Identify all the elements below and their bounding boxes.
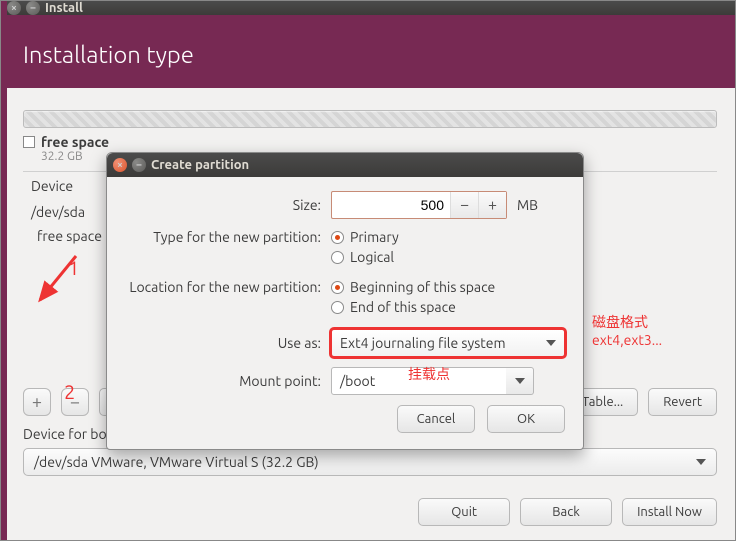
disk-usage-bar bbox=[23, 110, 717, 128]
page-header: Installation type bbox=[1, 15, 735, 88]
radio-label: End of this space bbox=[350, 299, 456, 315]
bootloader-device-select[interactable]: /dev/sda VMware, VMware Virtual S (32.2 … bbox=[23, 448, 717, 476]
create-partition-dialog: × – Create partition Size: − + MB Type f… bbox=[106, 152, 584, 450]
install-now-button[interactable]: Install Now bbox=[622, 498, 717, 526]
size-input[interactable] bbox=[332, 197, 450, 213]
radio-icon bbox=[331, 301, 344, 314]
annotation-one: 1 bbox=[68, 256, 79, 279]
quit-button[interactable]: Quit bbox=[418, 498, 510, 526]
size-decrement-button[interactable]: − bbox=[450, 192, 478, 218]
chevron-down-icon bbox=[546, 340, 556, 346]
radio-label: Beginning of this space bbox=[350, 279, 495, 295]
radio-label: Primary bbox=[350, 229, 399, 245]
radio-icon bbox=[331, 251, 344, 264]
size-unit: MB bbox=[517, 197, 538, 213]
partition-type-logical-radio[interactable]: Logical bbox=[331, 249, 399, 265]
dialog-title: Create partition bbox=[151, 158, 249, 172]
chevron-down-icon bbox=[515, 378, 525, 384]
use-as-select[interactable]: Ext4 journaling file system bbox=[331, 329, 565, 357]
mount-point-label: Mount point: bbox=[125, 373, 331, 389]
page-title: Installation type bbox=[23, 41, 719, 68]
mount-point-value: /boot bbox=[340, 373, 375, 389]
revert-button[interactable]: Revert bbox=[648, 388, 717, 416]
freespace-size: 32.2 GB bbox=[41, 150, 109, 163]
ok-button[interactable]: OK bbox=[487, 405, 565, 433]
annotation-fs-title: 磁盘格式 bbox=[592, 312, 648, 332]
radio-selected-icon bbox=[331, 231, 344, 244]
partition-location-label: Location for the new partition: bbox=[125, 279, 331, 295]
annotation-fs-sub: ext4,ext3... bbox=[592, 332, 662, 348]
radio-selected-icon bbox=[331, 281, 344, 294]
minimize-icon[interactable]: – bbox=[26, 1, 40, 15]
partition-type-primary-radio[interactable]: Primary bbox=[331, 229, 399, 245]
window-title: Install bbox=[45, 1, 83, 15]
dialog-titlebar: × – Create partition bbox=[107, 153, 583, 177]
back-button[interactable]: Back bbox=[520, 498, 612, 526]
annotation-two: 2 bbox=[64, 380, 75, 403]
use-as-value: Ext4 journaling file system bbox=[340, 335, 506, 351]
add-partition-button[interactable]: + bbox=[23, 388, 51, 416]
use-as-label: Use as: bbox=[125, 335, 331, 351]
freespace-swatch-icon bbox=[23, 136, 35, 148]
freespace-label: free space bbox=[41, 134, 109, 150]
bootloader-device-value: /dev/sda VMware, VMware Virtual S (32.2 … bbox=[34, 454, 319, 470]
size-spinner[interactable]: − + bbox=[331, 191, 507, 219]
radio-label: Logical bbox=[350, 249, 394, 265]
partition-type-label: Type for the new partition: bbox=[125, 229, 331, 245]
partition-location-end-radio[interactable]: End of this space bbox=[331, 299, 495, 315]
close-icon[interactable]: × bbox=[7, 1, 21, 15]
partition-location-beginning-radio[interactable]: Beginning of this space bbox=[331, 279, 495, 295]
close-icon[interactable]: × bbox=[113, 158, 127, 172]
minimize-icon[interactable]: – bbox=[132, 158, 146, 172]
window-titlebar: × – Install bbox=[1, 1, 735, 15]
chevron-down-icon bbox=[696, 459, 706, 465]
size-label: Size: bbox=[125, 197, 331, 213]
size-increment-button[interactable]: + bbox=[478, 192, 506, 218]
annotation-mount-note: 挂载点 bbox=[408, 364, 450, 384]
mount-point-dropdown-button[interactable] bbox=[506, 367, 534, 395]
cancel-button[interactable]: Cancel bbox=[397, 405, 475, 433]
